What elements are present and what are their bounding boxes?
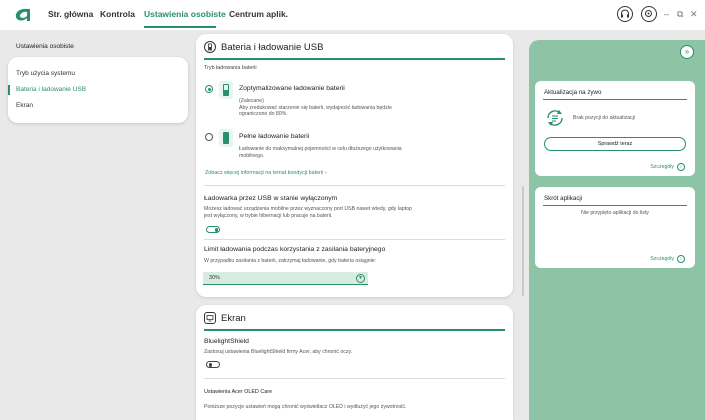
app-shortcut-details-link[interactable]: Szczegóły ›	[650, 255, 685, 263]
charge-limit-select[interactable]: 30% ▼	[203, 272, 368, 285]
nav-home[interactable]: Str. główna	[48, 9, 93, 19]
section-divider	[204, 239, 505, 240]
sidebar-item-system-mode[interactable]: Tryb użycia systemu	[16, 70, 75, 77]
battery-heart-icon	[219, 81, 233, 99]
sidebar-item-screen[interactable]: Ekran	[16, 102, 33, 109]
section-divider	[204, 378, 505, 379]
no-apps-text: Nie przypięto aplikacji do listy	[581, 210, 649, 216]
optimized-charging-radio[interactable]	[205, 85, 213, 93]
sidebar-panel: Tryb użycia systemu Bateria i ładowanie …	[8, 57, 188, 123]
app-shortcut-title: Skrót aplikacji	[544, 195, 583, 202]
usb-charging-title: Ładowarka przez USB w stanie wyłączonym	[204, 195, 338, 202]
charge-limit-value: 30%	[209, 275, 220, 281]
oled-care-title: Ustawienia Acer OLED Care	[204, 389, 273, 395]
oled-care-desc: Poniższe pozycje ustawień mogą chronić w…	[204, 404, 407, 410]
app-shortcut-card: Skrót aplikacji Nie przypięto aplikacji …	[535, 187, 695, 268]
screen-card-header: Ekran	[204, 312, 246, 324]
bluelightshield-toggle[interactable]	[206, 361, 220, 368]
charge-limit-title: Limit ładowania podczas korzystania z za…	[204, 246, 386, 253]
header-divider	[543, 99, 687, 101]
restore-button[interactable]: ⧉	[677, 9, 683, 20]
usb-charging-desc: Możesz ładować urządzenia mobilne przez …	[204, 206, 412, 219]
acer-logo-icon	[15, 8, 30, 21]
nav-control[interactable]: Kontrola	[100, 9, 135, 19]
live-update-title: Aktualizacja na żywo	[544, 89, 602, 96]
close-button[interactable]: ✕	[690, 9, 698, 20]
header-divider	[204, 58, 505, 60]
nav-app-center[interactable]: Centrum aplik.	[229, 9, 288, 19]
screen-card: Ekran BluelightShield Zastosuj ustawieni…	[196, 305, 513, 420]
charge-limit-desc: W przypadku zasilania z baterii, zatrzym…	[204, 258, 377, 264]
header-divider	[543, 205, 687, 207]
nav-active-underline	[144, 26, 216, 28]
settings-icon[interactable]	[641, 6, 657, 22]
optimized-charging-title: Zoptymalizowane ładowanie baterii	[239, 85, 345, 92]
update-list-icon	[547, 110, 563, 126]
header-divider	[204, 329, 505, 331]
details-label: Szczegóły	[650, 164, 674, 170]
usb-charging-toggle[interactable]	[206, 226, 220, 233]
sidebar-item-battery[interactable]: Bateria i ładowanie USB	[16, 86, 86, 93]
charging-mode-label: Tryb ładowania baterii	[204, 65, 257, 71]
battery-full-icon	[219, 129, 233, 147]
section-divider	[204, 185, 505, 186]
sidebar-active-marker	[8, 85, 10, 95]
live-update-details-link[interactable]: Szczegóły ›	[650, 163, 685, 171]
bluelightshield-desc: Zastosuj ustawienia BluelightShield firm…	[204, 349, 353, 355]
battery-card: Bateria i ładowanie USB Tryb ładowania b…	[196, 34, 513, 297]
sidebar-title: Ustawienia osobiste	[16, 43, 74, 50]
bluelightshield-title: BluelightShield	[204, 338, 249, 345]
details-label: Szczegóły	[650, 256, 674, 262]
chevron-right-icon: ›	[677, 163, 685, 171]
battery-card-header: Bateria i ładowanie USB	[204, 41, 323, 53]
full-charging-radio[interactable]	[205, 133, 213, 141]
battery-health-link[interactable]: Zobacz więcej informacji na temat kondyc…	[205, 170, 327, 176]
nav-personal-settings[interactable]: Ustawienia osobiste	[144, 9, 226, 19]
screen-icon	[204, 312, 216, 324]
collapse-panel-button[interactable]: »	[680, 45, 694, 59]
full-charging-desc: Ładowanie do maksymalnej pojemności w ce…	[239, 146, 402, 159]
minimize-button[interactable]: –	[664, 9, 669, 19]
main-scrollbar[interactable]	[522, 186, 524, 296]
battery-card-title: Bateria i ładowanie USB	[221, 41, 324, 53]
top-bar: Str. główna Kontrola Ustawienia osobiste…	[0, 0, 705, 30]
chevron-right-icon: ›	[677, 255, 685, 263]
full-charging-title: Pełne ładowanie baterii	[239, 133, 310, 140]
optimized-charging-desc: (Zalecane) Aby zredukować starzenie się …	[239, 98, 392, 117]
live-update-card: Aktualizacja na żywo Brak pozycji do akt…	[535, 81, 695, 176]
battery-settings-icon	[204, 41, 216, 53]
chevron-down-icon: ▼	[356, 273, 365, 283]
screen-card-title: Ekran	[221, 312, 246, 324]
no-updates-text: Brak pozycji do aktualizacji	[573, 115, 635, 121]
check-now-button[interactable]: Sprawdź teraz	[544, 137, 686, 151]
support-icon[interactable]	[617, 6, 633, 22]
